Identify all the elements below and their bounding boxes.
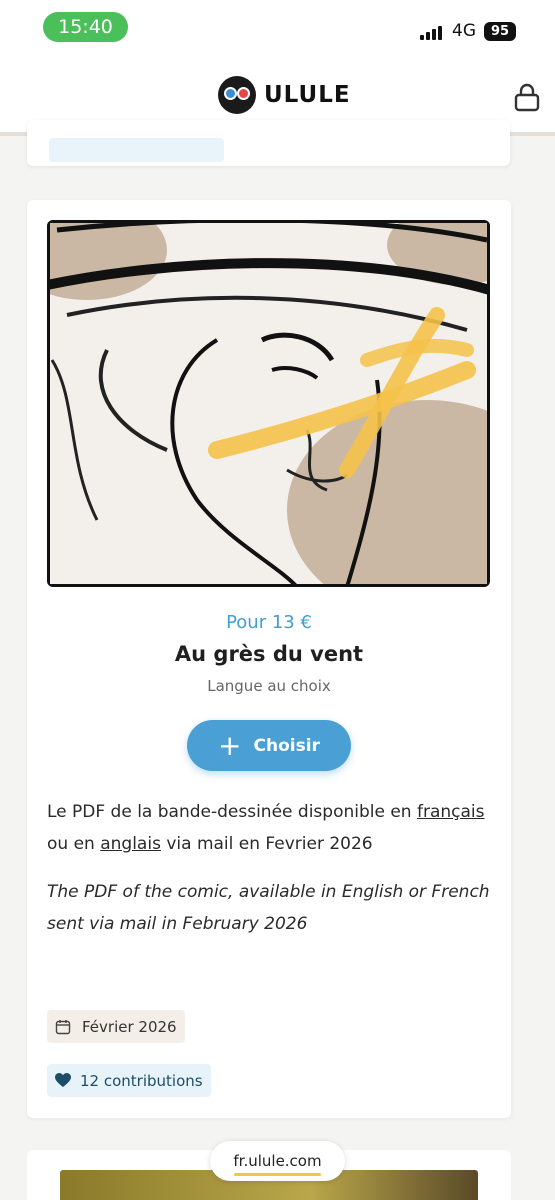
battery-level: 95 bbox=[490, 24, 510, 39]
description-text: via mail en Fevrier 2026 bbox=[160, 834, 373, 854]
browser-url: fr.ulule.com bbox=[233, 1152, 322, 1170]
comic-illustration bbox=[47, 220, 490, 587]
signal-icon bbox=[420, 24, 444, 40]
reward-image bbox=[47, 220, 490, 587]
reward-title: Au grès du vent bbox=[174, 642, 364, 666]
battery-icon: 95 bbox=[484, 22, 516, 41]
contributions-count: 12 contributions bbox=[80, 1071, 203, 1090]
link-francais[interactable]: français bbox=[417, 802, 485, 822]
delivery-date-badge: Février 2026 bbox=[47, 1010, 185, 1043]
description-french: Le PDF de la bande-dessinée disponible e… bbox=[47, 796, 495, 860]
heart-icon bbox=[55, 1073, 71, 1087]
description-english: The PDF of the comic, available in Engli… bbox=[47, 882, 490, 934]
link-anglais[interactable]: anglais bbox=[100, 834, 161, 854]
status-bar: 15:40 4G 95 bbox=[0, 0, 555, 52]
description-text: Le PDF de la bande-dessinée disponible e… bbox=[47, 802, 417, 822]
reward-price: Pour 13 € bbox=[226, 612, 312, 633]
logo-text: ULULE bbox=[264, 82, 351, 108]
delivery-date: Février 2026 bbox=[82, 1017, 177, 1036]
description-text: ou en bbox=[47, 834, 101, 854]
owl-logo-icon bbox=[218, 76, 256, 114]
choose-button-label: Choisir bbox=[253, 735, 320, 756]
choose-button[interactable]: + Choisir bbox=[187, 720, 351, 771]
reward-subtitle: Langue au choix bbox=[207, 677, 331, 695]
contributions-badge: 12 contributions bbox=[47, 1064, 211, 1097]
ulule-logo[interactable]: ULULE bbox=[218, 76, 351, 114]
reward-card[interactable]: Pour 13 € Au grès du vent Langue au choi… bbox=[27, 200, 511, 1118]
lock-icon[interactable] bbox=[514, 82, 540, 112]
network-type: 4G bbox=[452, 21, 476, 41]
plus-icon: + bbox=[218, 728, 242, 762]
browser-url-bar[interactable]: fr.ulule.com bbox=[210, 1141, 345, 1181]
calendar-icon bbox=[55, 1019, 71, 1034]
previous-card-badge bbox=[49, 138, 224, 162]
previous-reward-card bbox=[27, 120, 510, 166]
status-time: 15:40 bbox=[43, 12, 128, 42]
